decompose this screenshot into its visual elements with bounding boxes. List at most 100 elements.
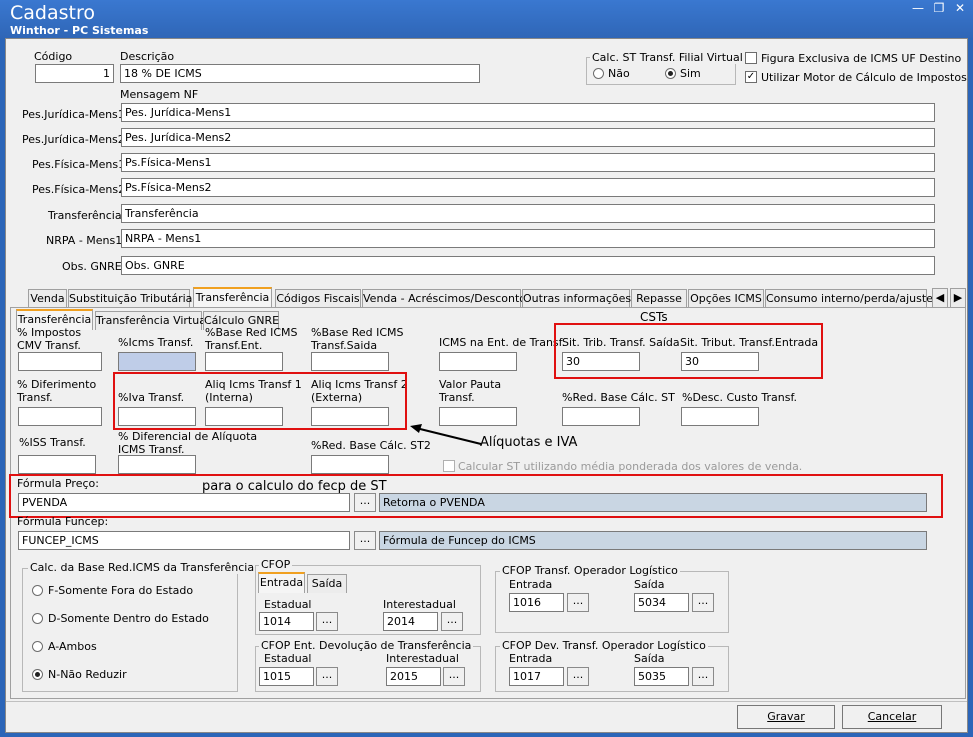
cfop-log-saida-input[interactable]: 5034 <box>634 593 689 612</box>
cfop-log-entrada-button[interactable]: ... <box>567 593 589 612</box>
descricao-label: Descrição <box>120 50 175 63</box>
msg-input-2[interactable]: Pes. Jurídica-Mens2 <box>121 128 935 147</box>
impostos-cmv-label: % Impostos CMV Transf. <box>17 326 82 352</box>
cfop-dev-interestadual-button[interactable]: ... <box>443 667 465 686</box>
option-n-radio[interactable] <box>32 669 43 680</box>
iss-transf-input[interactable] <box>18 455 96 474</box>
impostos-cmv-input[interactable] <box>18 352 102 371</box>
cfop-log-saida-label: Saída <box>634 578 665 591</box>
formula-preco-label: Fórmula Preço: <box>17 477 99 490</box>
base-red-saida-input[interactable] <box>311 352 389 371</box>
msg-input-3[interactable]: Ps.Física-Mens1 <box>121 153 935 172</box>
msg-label-5: Transferência <box>48 209 122 222</box>
option-a-label: A-Ambos <box>48 640 97 653</box>
desc-custo-label: %Desc. Custo Transf. <box>682 391 798 404</box>
msg-input-6[interactable]: NRPA - Mens1 <box>121 229 935 248</box>
footer-divider <box>6 701 967 702</box>
msg-label-4: Pes.Física-Mens2 <box>32 183 126 196</box>
minimize-icon[interactable]: — <box>908 1 928 15</box>
aliquotas-annotation: Alíquotas e IVA <box>480 435 578 450</box>
tab-outras-informacoes[interactable]: Outras informações <box>522 289 631 308</box>
diferimento-label: % Diferimento Transf. <box>17 378 97 404</box>
option-f-radio[interactable] <box>32 585 43 596</box>
option-a-radio[interactable] <box>32 641 43 652</box>
csts-highlight <box>554 323 823 379</box>
formula-funcep-button[interactable]: ... <box>354 531 376 550</box>
cfop-dev-estadual-button[interactable]: ... <box>316 667 338 686</box>
desc-custo-input[interactable] <box>681 407 759 426</box>
tab-venda-acrescimos[interactable]: Venda - Acréscimos/Descontos <box>362 289 532 308</box>
tab-repasse[interactable]: Repasse <box>631 289 687 308</box>
figura-checkbox[interactable] <box>745 52 757 64</box>
gravar-button[interactable]: Gravar <box>737 705 835 729</box>
window-subtitle: Winthor - PC Sistemas <box>10 24 149 37</box>
cfop-dev-estadual-input[interactable]: 1015 <box>259 667 314 686</box>
base-red-ent-input[interactable] <box>205 352 283 371</box>
fecp-annotation: para o calculo do fecp de ST <box>202 479 387 494</box>
cfop-dev-interestadual-input[interactable]: 2015 <box>386 667 441 686</box>
cfop-interestadual-button[interactable]: ... <box>441 612 463 631</box>
cfop-estadual-input[interactable]: 1014 <box>259 612 314 631</box>
close-icon[interactable]: ✕ <box>950 1 970 15</box>
icms-ent-label: ICMS na Ent. de Transf. <box>439 336 566 349</box>
figura-label: Figura Exclusiva de ICMS UF Destino <box>761 52 962 65</box>
cfop-dev-log-entrada-input[interactable]: 1017 <box>509 667 564 686</box>
cfop-dev-interestadual-label: Interestadual <box>386 652 459 665</box>
motor-label: Utilizar Motor de Cálculo de Impostos <box>761 71 967 84</box>
cfop-dev-log-saida-button[interactable]: ... <box>692 667 714 686</box>
formula-preco-button[interactable]: ... <box>354 493 376 512</box>
red-base-st2-input[interactable] <box>311 455 389 474</box>
msg-input-4[interactable]: Ps.Física-Mens2 <box>121 178 935 197</box>
msg-input-5[interactable]: Transferência <box>121 204 935 223</box>
cfop-interestadual-label: Interestadual <box>383 598 456 611</box>
scroll-left-icon[interactable]: ◀ <box>932 288 948 307</box>
cfop-estadual-button[interactable]: ... <box>316 612 338 631</box>
nao-radio[interactable] <box>593 68 604 79</box>
window: Cadastro Winthor - PC Sistemas — ❐ ✕ Cód… <box>0 0 973 737</box>
calc-st-label: Calc. ST Transf. Filial Virtual <box>590 51 745 64</box>
msg-label-1: Pes.Jurídica-Mens1 <box>22 108 125 121</box>
cfop-dev-log-entrada-button[interactable]: ... <box>567 667 589 686</box>
diferencial-input[interactable] <box>118 455 196 474</box>
tab-codigos-fiscais[interactable]: Códigos Fiscais <box>275 289 361 308</box>
formula-funcep-input[interactable]: FUNCEP_ICMS <box>18 531 350 550</box>
tab-opcoes-icms[interactable]: Opções ICMS <box>688 289 764 308</box>
sim-radio[interactable] <box>665 68 676 79</box>
calc-st-media-checkbox[interactable] <box>443 460 455 472</box>
cfop-dev-estadual-label: Estadual <box>264 652 312 665</box>
cancelar-button[interactable]: Cancelar <box>842 705 942 729</box>
msg-input-1[interactable]: Pes. Jurídica-Mens1 <box>121 103 935 122</box>
diferimento-input[interactable] <box>18 407 102 426</box>
motor-checkbox[interactable]: ✓ <box>745 71 757 83</box>
subtab-transferencia-virtual[interactable]: Transferência Virtual <box>95 311 209 330</box>
tab-venda[interactable]: Venda <box>28 289 67 308</box>
csts-annotation: CSTs <box>640 310 668 324</box>
cfop-title: CFOP <box>259 558 293 571</box>
option-n-label: N-Não Reduzir <box>48 668 127 681</box>
cfop-log-saida-button[interactable]: ... <box>692 593 714 612</box>
scroll-right-icon[interactable]: ▶ <box>950 288 966 307</box>
cfop-log-title: CFOP Transf. Operador Logístico <box>500 564 680 577</box>
cfop-interestadual-input[interactable]: 2014 <box>383 612 438 631</box>
formula-preco-input[interactable]: PVENDA <box>18 493 350 512</box>
tab-substituicao[interactable]: Substituição Tributária <box>68 289 192 308</box>
tab-consumo-interno[interactable]: Consumo interno/perda/ajuste <box>765 289 933 308</box>
icms-ent-input[interactable] <box>439 352 517 371</box>
icms-transf-input[interactable] <box>118 352 196 371</box>
calc-st-media-label: Calcular ST utilizando média ponderada d… <box>458 460 803 473</box>
msg-label-2: Pes.Jurídica-Mens2 <box>22 133 125 146</box>
calc-base-title: Calc. da Base Red.ICMS da Transferência <box>28 561 257 574</box>
msg-input-7[interactable]: Obs. GNRE <box>121 256 935 275</box>
cfop-dev-log-saida-input[interactable]: 5035 <box>634 667 689 686</box>
red-base-st-input[interactable] <box>562 407 640 426</box>
tab-transferencia[interactable]: Transferência <box>193 287 272 308</box>
cfop-log-entrada-input[interactable]: 1016 <box>509 593 564 612</box>
msg-label-6: NRPA - Mens1 <box>46 234 123 247</box>
cfop-tab-saida[interactable]: Saída <box>307 574 347 593</box>
cfop-tab-entrada[interactable]: Entrada <box>258 572 305 593</box>
codigo-input[interactable]: 1 <box>35 64 114 83</box>
descricao-input[interactable]: 18 % DE ICMS <box>120 64 480 83</box>
msg-label-7: Obs. GNRE <box>62 260 122 273</box>
restore-icon[interactable]: ❐ <box>929 1 949 15</box>
option-d-radio[interactable] <box>32 613 43 624</box>
